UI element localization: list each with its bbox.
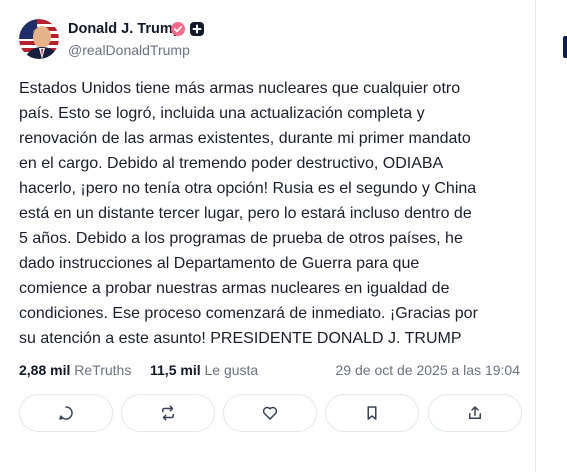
post-body-line: país. Esto se logró, incluida una actual… [19, 105, 425, 122]
reply-icon [59, 406, 73, 420]
retruth-button[interactable] [121, 394, 215, 432]
sidebar-edge-element [563, 36, 567, 58]
post-body-line: condiciones. Ese proceso comenzará de in… [19, 305, 478, 322]
avatar-image [19, 19, 59, 59]
bookmark-icon [367, 406, 377, 420]
retruth-icon [162, 405, 174, 421]
author-name[interactable]: Donald J. Trump [68, 21, 182, 37]
post-body-line: Estados Unidos tiene más armas nucleares… [19, 80, 461, 97]
likes-stat[interactable]: 11,5 mil Le gusta [150, 362, 258, 378]
retruths-stat[interactable]: 2,88 mil ReTruths [19, 362, 131, 378]
author-avatar[interactable] [19, 19, 59, 59]
post-body-line: dado instrucciones al Departamento de Gu… [19, 255, 420, 272]
likes-label: Le gusta [204, 362, 259, 378]
post-body-line: su atención a este asunto! PRESIDENTE DO… [19, 330, 462, 347]
plus-badge-icon [190, 22, 204, 36]
heart-icon [262, 406, 278, 420]
column-divider [535, 0, 536, 472]
post-body-line: hacerlo, ¡pero no tenía otra opción! Rus… [19, 180, 477, 197]
post-card: Donald J. Trump @realDonaldTrump Estados… [0, 0, 536, 472]
post-actions [19, 394, 524, 432]
reply-button[interactable] [19, 394, 113, 432]
share-icon [469, 406, 481, 419]
post-body-line: 5 años. Debido a los programas de prueba… [19, 230, 463, 247]
post-body-line: en el cargo. Debido al tremendo poder de… [19, 155, 444, 172]
post-stats: 2,88 mil ReTruths 11,5 mil Le gusta 29 d… [19, 362, 524, 380]
post-body-line: comience a probar nuestras armas nuclear… [19, 280, 450, 297]
share-button[interactable] [428, 394, 522, 432]
post-body-line: está en un distante tercer lugar, pero l… [19, 205, 472, 222]
post-date[interactable]: 29 de oct de 2025 a las 19:04 [336, 362, 520, 378]
verified-badge-icon [171, 22, 185, 36]
post-body-line: renovación de las armas existentes, dura… [19, 130, 471, 147]
retruths-label: ReTruths [74, 362, 132, 378]
retruths-count: 2,88 mil [19, 362, 71, 378]
author-handle[interactable]: @realDonaldTrump [68, 42, 190, 58]
bookmark-button[interactable] [325, 394, 419, 432]
post-body: Estados Unidos tiene más armas nucleares… [19, 76, 524, 351]
likes-count: 11,5 mil [150, 362, 201, 378]
like-button[interactable] [223, 394, 317, 432]
